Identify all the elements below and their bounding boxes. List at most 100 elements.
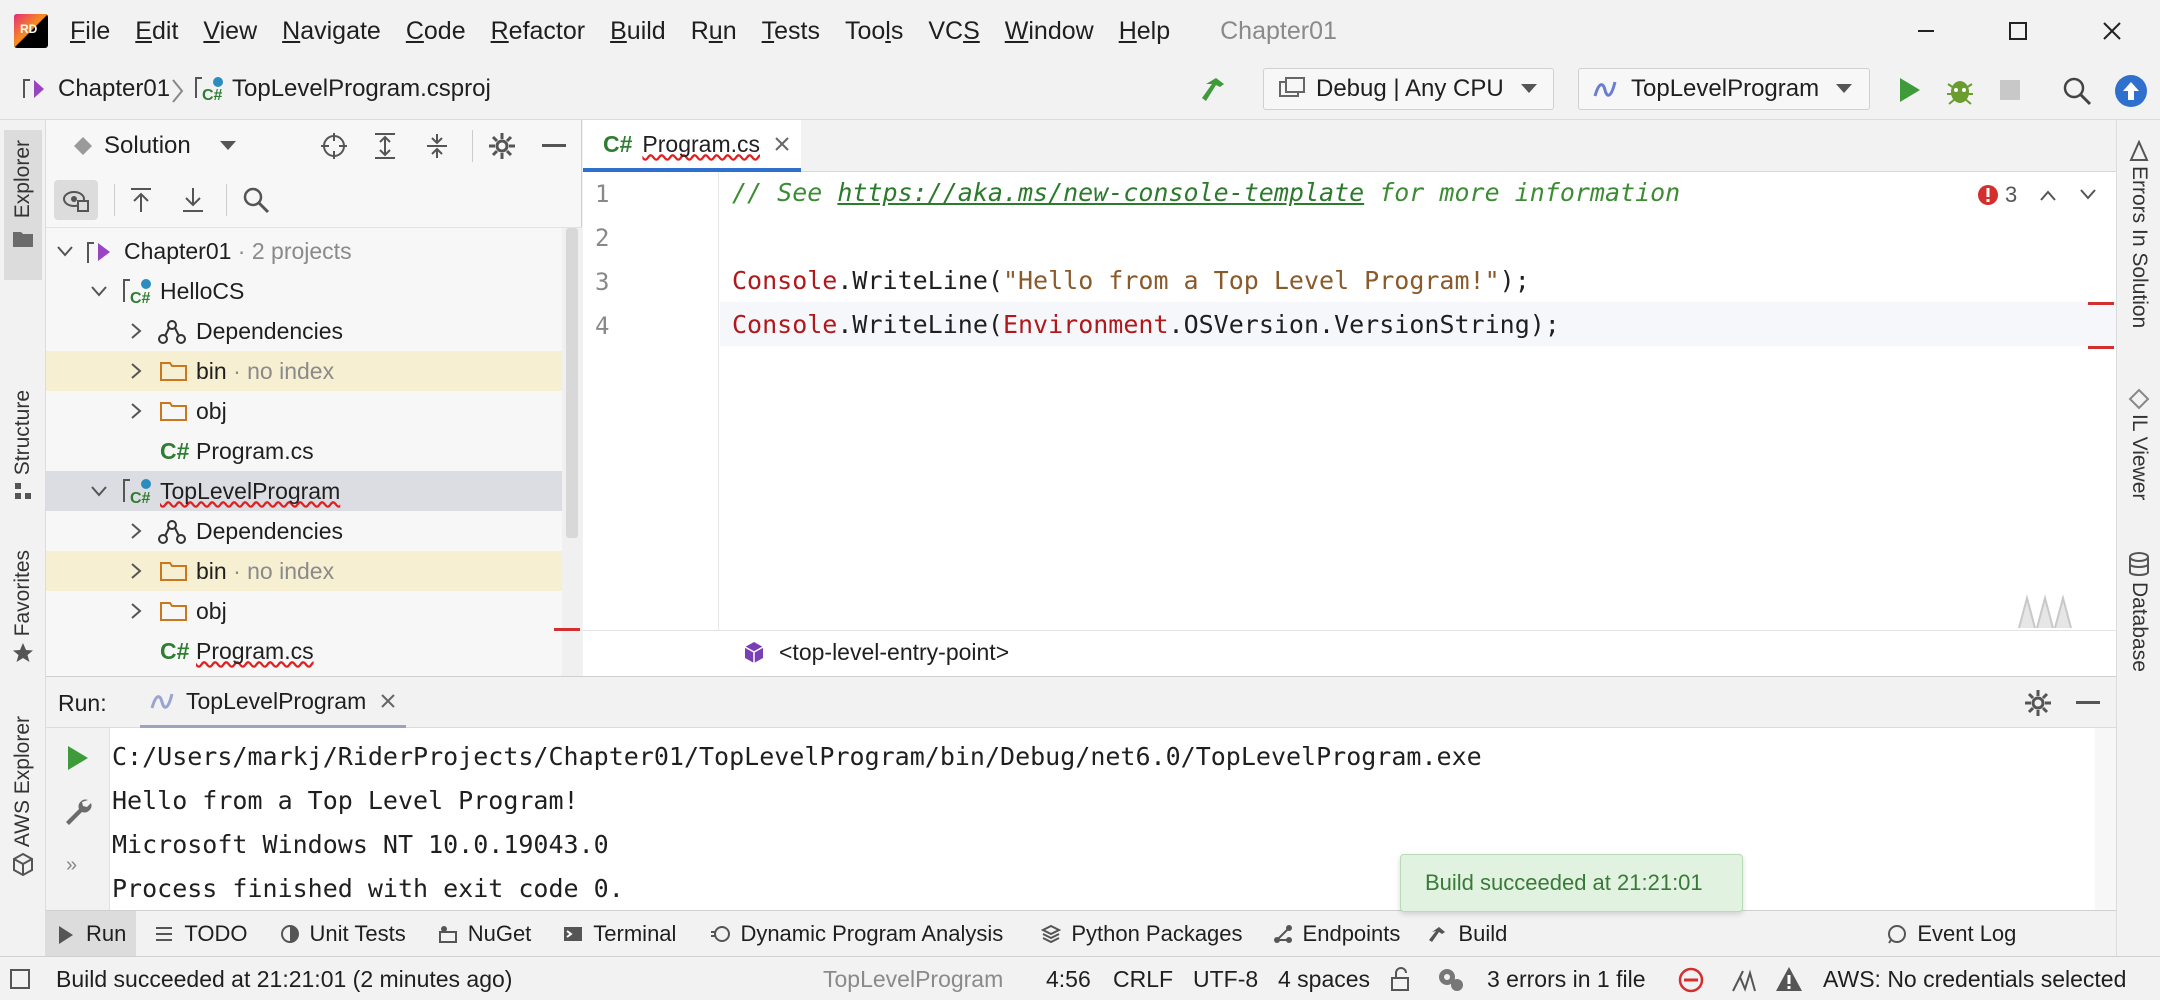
run-console[interactable]: C:/Users/markj/RiderProjects/Chapter01/T…	[110, 728, 2095, 910]
gear-icon[interactable]	[2024, 689, 2052, 717]
wrench-icon[interactable]	[62, 796, 92, 826]
build-notification[interactable]: Build succeeded at 21:21:01	[1400, 854, 1743, 912]
chevron-right-icon[interactable]	[124, 600, 146, 622]
minimize-panel-icon[interactable]	[2076, 701, 2100, 705]
tool-tab-run[interactable]: Run	[46, 910, 137, 957]
tree-node-project[interactable]: C# TopLevelProgram	[46, 471, 582, 511]
chevron-right-icon[interactable]	[124, 320, 146, 342]
chevron-right-icon[interactable]	[124, 560, 146, 582]
tool-tab-dynamic-program-analysis[interactable]: Dynamic Program Analysis	[700, 911, 1013, 957]
warning-icon[interactable]	[1774, 965, 1804, 993]
console-scrollbar[interactable]	[2095, 728, 2116, 910]
breadcrumb-project[interactable]: C# TopLevelProgram.csproj	[194, 74, 491, 104]
tool-tab-todo[interactable]: TODO	[144, 911, 257, 957]
menu-item[interactable]: Run	[691, 17, 737, 46]
locate-icon[interactable]	[320, 132, 348, 160]
status-encoding[interactable]: UTF-8	[1193, 966, 1258, 993]
minimize-button[interactable]	[1896, 10, 1956, 52]
debug-bug-icon[interactable]	[1944, 74, 1976, 106]
update-icon[interactable]	[2114, 74, 2148, 108]
tree-node-dependencies[interactable]: Dependencies	[46, 311, 582, 351]
status-line-ending[interactable]: CRLF	[1113, 966, 1173, 993]
panel-toggle-icon[interactable]	[10, 969, 30, 989]
tree-node-dependencies[interactable]: Dependencies	[46, 511, 582, 551]
search-icon[interactable]	[242, 186, 270, 214]
maximize-button[interactable]	[1988, 10, 2048, 52]
database-tool-tab[interactable]: Database	[2121, 552, 2157, 682]
more-tools-icon[interactable]: »	[66, 854, 77, 877]
chevron-right-icon[interactable]	[124, 360, 146, 382]
minimize-panel-icon[interactable]	[542, 144, 566, 148]
collapse-all-icon[interactable]	[424, 132, 450, 160]
build-config-dropdown[interactable]: Debug | Any CPU	[1263, 68, 1554, 110]
run-icon[interactable]	[1896, 76, 1922, 104]
chevron-right-icon[interactable]	[124, 520, 146, 542]
close-window-button[interactable]	[2082, 10, 2142, 52]
tree-node-file[interactable]: C# Program.cs	[46, 631, 582, 671]
gear-icon[interactable]	[488, 132, 516, 160]
ai-assistant-icon[interactable]	[2017, 590, 2075, 630]
chevron-down-icon[interactable]	[2079, 188, 2097, 202]
il-viewer-tool-tab[interactable]: IL Viewer	[2121, 388, 2157, 518]
run-config-dropdown[interactable]: TopLevelProgram	[1578, 68, 1870, 110]
chevron-down-icon[interactable]	[54, 240, 76, 262]
build-hammer-icon[interactable]	[1200, 74, 1232, 106]
search-icon[interactable]	[2062, 76, 2092, 106]
tree-node-bin-folder[interactable]: bin · no index	[46, 551, 582, 591]
scroll-from-source-icon[interactable]	[128, 186, 154, 214]
show-files-toggle[interactable]	[54, 180, 98, 220]
menu-item[interactable]: Code	[406, 17, 466, 46]
menu-item[interactable]: Navigate	[282, 17, 381, 46]
status-aws[interactable]: AWS: No credentials selected	[1823, 966, 2126, 993]
close-icon[interactable]	[380, 693, 396, 709]
menu-item[interactable]: Edit	[135, 17, 178, 46]
code-editor[interactable]: 1 2 3 4 // See https://aka.ms/new-consol…	[583, 172, 2116, 630]
expand-all-icon[interactable]	[372, 132, 398, 160]
template-link[interactable]: https://aka.ms/new-console-template	[837, 178, 1364, 207]
inspection-widget[interactable]: 3	[1977, 182, 2097, 208]
tree-scrollbar[interactable]	[562, 228, 582, 676]
stop-icon[interactable]	[1998, 78, 2022, 102]
favorites-tool-tab[interactable]: Favorites	[4, 550, 42, 680]
chevron-up-icon[interactable]	[2039, 188, 2057, 202]
explorer-tool-tab[interactable]: Explorer	[4, 130, 42, 280]
tool-tab-endpoints[interactable]: Endpoints	[1263, 911, 1411, 957]
menu-item[interactable]: VCS	[928, 17, 979, 46]
status-project[interactable]: TopLevelProgram	[823, 966, 1003, 993]
run-tab[interactable]: TopLevelProgram	[140, 677, 407, 729]
errors-in-solution-tool-tab[interactable]: Errors In Solution	[2121, 140, 2157, 380]
tree-node-file[interactable]: C# Program.cs	[46, 431, 582, 471]
no-entry-icon[interactable]	[1678, 967, 1704, 993]
status-caret-position[interactable]: 4:56	[1046, 966, 1091, 993]
aws-explorer-tool-tab[interactable]: AWS Explorer	[4, 716, 42, 896]
tab-program-cs[interactable]: C# Program.cs	[583, 120, 801, 172]
status-indent[interactable]: 4 spaces	[1278, 966, 1370, 993]
tree-node-solution[interactable]: Chapter01 · 2 projects	[46, 231, 582, 271]
tree-node-bin-folder[interactable]: bin · no index	[46, 351, 582, 391]
menu-item[interactable]: Build	[610, 17, 666, 46]
status-errors[interactable]: 3 errors in 1 file	[1487, 966, 1646, 993]
structure-tool-tab[interactable]: Structure	[4, 390, 42, 530]
breadcrumb-solution[interactable]: Chapter01	[20, 74, 170, 104]
chevron-right-icon[interactable]	[124, 400, 146, 422]
tool-tab-unit-tests[interactable]: Unit Tests	[270, 911, 416, 957]
tool-tab-python-packages[interactable]: Python Packages	[1031, 911, 1252, 957]
chevron-down-icon[interactable]	[88, 280, 110, 302]
tree-scrollbar-thumb[interactable]	[566, 228, 578, 538]
menu-item[interactable]: Tools	[845, 17, 903, 46]
chevron-down-icon[interactable]	[88, 480, 110, 502]
error-stripe[interactable]	[2088, 302, 2114, 305]
menu-item[interactable]: View	[203, 17, 257, 46]
tool-tab-nuget[interactable]: NuGet	[428, 911, 542, 957]
menu-item[interactable]: Window	[1005, 17, 1094, 46]
performance-icon[interactable]	[1730, 967, 1758, 993]
rerun-icon[interactable]	[64, 744, 90, 772]
tool-tab-terminal[interactable]: Terminal	[553, 911, 686, 957]
error-stripe[interactable]	[2088, 346, 2114, 349]
code-breadcrumb[interactable]: <top-level-entry-point>	[743, 639, 1009, 666]
tree-node-obj-folder[interactable]: obj	[46, 391, 582, 431]
tree-node-obj-folder[interactable]: obj	[46, 591, 582, 631]
menu-item[interactable]: Help	[1119, 17, 1170, 46]
explorer-mode-dropdown[interactable]: Solution	[72, 132, 237, 160]
menu-item[interactable]: Tests	[762, 17, 820, 46]
